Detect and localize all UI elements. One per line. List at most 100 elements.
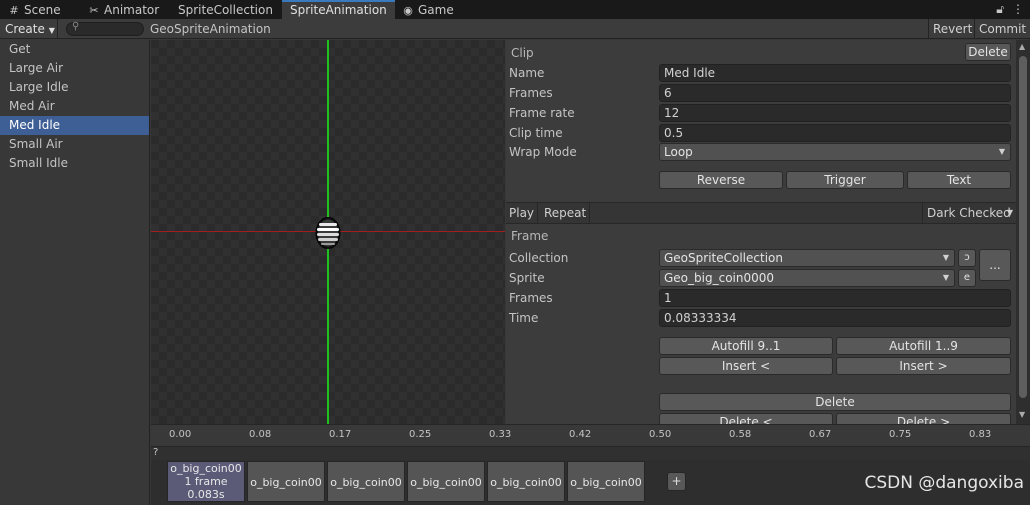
help-row: ?	[151, 446, 1030, 460]
repeat-button[interactable]: Repeat	[541, 203, 591, 223]
delete-clip-button[interactable]: Delete	[965, 43, 1011, 61]
frame-time: 0.083s	[187, 488, 225, 501]
lock-icon[interactable]: 🔓︎	[996, 2, 1004, 16]
wrapmode-dropdown[interactable]: Loop ▼	[659, 143, 1011, 161]
add-frame-button[interactable]: +	[667, 472, 686, 491]
frame-item[interactable]: o_big_coin00	[327, 461, 405, 502]
trigger-button[interactable]: Trigger	[786, 171, 904, 189]
background-value: Dark Checked	[927, 206, 1011, 220]
create-dropdown[interactable]: Create ▼	[0, 19, 58, 39]
clip-item[interactable]: Large Idle	[0, 78, 149, 97]
sprite-dropdown[interactable]: Geo_big_coin0000 ▼	[659, 269, 955, 287]
frame-item[interactable]: o_big_coin00	[407, 461, 485, 502]
frame-name: o_big_coin00	[570, 476, 642, 489]
caret-down-icon: ▼	[48, 26, 55, 35]
time-field[interactable]: 0.08333334	[659, 309, 1011, 327]
frame-name: o_big_coin00	[490, 476, 562, 489]
scroll-up-icon[interactable]: ▲	[1019, 42, 1025, 51]
time-tick: 0.00	[169, 429, 192, 440]
tab-game[interactable]: ◉ Game	[394, 0, 462, 19]
chevron-down-icon: ▼	[1006, 208, 1013, 217]
sprite-edit-button[interactable]: e	[958, 269, 976, 287]
delete-before-button[interactable]: Delete <	[659, 413, 833, 424]
play-button[interactable]: Play	[506, 203, 539, 223]
revert-button[interactable]: Revert	[928, 19, 974, 39]
text-button[interactable]: Text	[907, 171, 1011, 189]
search-icon: ⚲	[72, 21, 80, 32]
delete-frame-button[interactable]: Delete	[659, 393, 1011, 411]
frame-frames-field[interactable]: 1	[659, 289, 1011, 307]
tab-scene[interactable]: # Scene	[0, 0, 69, 19]
tab-label: Game	[418, 3, 454, 17]
sprite-value: Geo_big_coin0000	[664, 271, 775, 285]
clip-list: Get Large Air Large Idle Med Air Med Idl…	[0, 40, 150, 505]
clip-item[interactable]: Small Air	[0, 135, 149, 154]
tab-animator[interactable]: ✂ Animator	[80, 0, 167, 19]
time-tick: 0.08	[249, 429, 272, 440]
clip-item-selected[interactable]: Med Idle	[0, 116, 149, 135]
insert-after-button[interactable]: Insert >	[836, 357, 1011, 375]
time-tick: 0.42	[569, 429, 592, 440]
grid-icon: #	[9, 4, 19, 17]
sprite-preview[interactable]	[151, 40, 505, 424]
clip-item[interactable]: Large Air	[0, 59, 149, 78]
frames-label: Frames	[509, 86, 553, 100]
time-tick: 0.33	[489, 429, 512, 440]
frame-name: o_big_coin00	[250, 476, 322, 489]
commit-button[interactable]: Commit	[974, 19, 1030, 39]
more-options-button[interactable]: ...	[979, 249, 1011, 281]
watermark: CSDN @dangoxiba	[864, 473, 1024, 493]
timeline-ruler[interactable]: 0.00 0.08 0.17 0.25 0.33 0.42 0.50 0.58 …	[151, 424, 1030, 446]
inspector-scrollbar[interactable]: ▲ ▼	[1016, 40, 1030, 424]
time-label: Time	[509, 311, 539, 325]
time-tick: 0.17	[329, 429, 352, 440]
background-dropdown[interactable]: Dark Checked ▼	[922, 203, 1016, 223]
insert-before-button[interactable]: Insert <	[659, 357, 833, 375]
autofill-9-1-button[interactable]: Autofill 9..1	[659, 337, 833, 355]
scroll-down-icon[interactable]: ▼	[1019, 410, 1025, 419]
window-controls: 🔓︎ ⋮	[988, 0, 1024, 19]
frame-count: 1 frame	[184, 475, 228, 488]
tab-spriteanimation[interactable]: SpriteAnimation	[282, 0, 395, 19]
autofill-1-9-button[interactable]: Autofill 1..9	[836, 337, 1011, 355]
time-tick: 0.83	[969, 429, 992, 440]
frame-item[interactable]: o_big_coin00	[567, 461, 645, 502]
help-icon[interactable]: ?	[153, 447, 158, 458]
clip-item[interactable]: Get	[0, 40, 149, 59]
collection-value: GeoSpriteCollection	[664, 251, 783, 265]
window-tab-bar: # Scene ✂ Animator SpriteCollection Sprite…	[0, 0, 1030, 19]
frame-section-title: Frame	[511, 229, 549, 243]
time-tick: 0.58	[729, 429, 752, 440]
cliptime-field[interactable]: 0.5	[659, 124, 1011, 142]
frame-name: o_big_coin00	[170, 462, 242, 475]
frame-item-selected[interactable]: o_big_coin00 1 frame 0.083s	[167, 461, 245, 502]
search-input[interactable]: ⚲	[66, 21, 144, 36]
wrapmode-value: Loop	[664, 145, 693, 159]
time-tick: 0.25	[409, 429, 432, 440]
delete-after-button[interactable]: Delete >	[836, 413, 1011, 424]
tab-label: Scene	[24, 3, 61, 17]
framerate-field[interactable]: 12	[659, 104, 1011, 122]
time-tick: 0.75	[889, 429, 912, 440]
clip-name-field[interactable]: Med Idle	[659, 64, 1011, 82]
reverse-button[interactable]: Reverse	[659, 171, 783, 189]
clip-item[interactable]: Med Air	[0, 97, 149, 116]
animator-icon: ✂	[89, 4, 99, 17]
scroll-thumb[interactable]	[1019, 56, 1027, 398]
toolbar: Create ▼ ⚲ GeoSpriteAnimation Revert Com…	[0, 19, 1030, 39]
collection-dropdown[interactable]: GeoSpriteCollection ▼	[659, 249, 955, 267]
tab-label: SpriteAnimation	[290, 3, 387, 17]
frame-item[interactable]: o_big_coin00	[247, 461, 325, 502]
tab-label: SpriteCollection	[178, 3, 273, 17]
time-tick: 0.67	[809, 429, 832, 440]
frame-frames-label: Frames	[509, 291, 553, 305]
clip-item[interactable]: Small Idle	[0, 154, 149, 173]
tab-spritecollection[interactable]: SpriteCollection	[170, 0, 281, 19]
edit-icon: ↄ	[964, 252, 970, 263]
frame-item[interactable]: o_big_coin00	[487, 461, 565, 502]
inspector-panel: Clip Delete Name Med Idle Frames 6 Frame…	[506, 40, 1016, 424]
frame-name: o_big_coin00	[330, 476, 402, 489]
clip-frames-field[interactable]: 6	[659, 84, 1011, 102]
collection-edit-button[interactable]: ↄ	[958, 249, 976, 267]
kebab-menu-icon[interactable]: ⋮	[1012, 2, 1024, 16]
